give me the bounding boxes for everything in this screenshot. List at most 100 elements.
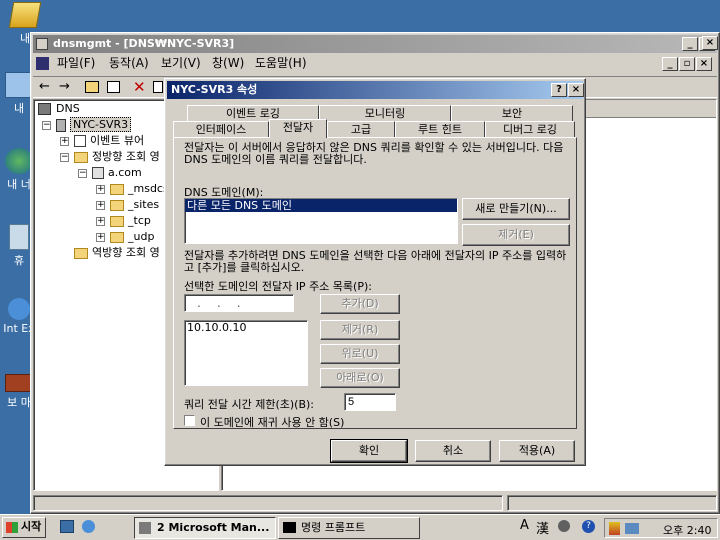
- tree-zone[interactable]: a.com: [92, 165, 142, 181]
- forward-zones-collapse-toggle[interactable]: −: [60, 153, 69, 162]
- zone-icon: [92, 167, 104, 179]
- timeout-input[interactable]: [344, 393, 396, 411]
- menu-view[interactable]: 보기(V): [161, 54, 201, 72]
- remove-domain-button[interactable]: 제거(E): [462, 224, 570, 246]
- internet-explorer-icon[interactable]: [82, 520, 95, 533]
- tab-monitoring[interactable]: 모니터링: [319, 105, 451, 122]
- folder-icon: [74, 152, 88, 163]
- no-recursion-checkbox[interactable]: [184, 415, 195, 426]
- event-viewer-expand-toggle[interactable]: +: [60, 137, 69, 146]
- desktop-icon-label: 휴: [13, 254, 25, 267]
- tree-reverse-zones[interactable]: 역방향 조회 영: [74, 245, 160, 261]
- my-documents-icon: [8, 2, 42, 28]
- dialog-close-button[interactable]: ×: [568, 83, 584, 97]
- ip-address-input[interactable]: [184, 294, 294, 312]
- status-panel: [33, 495, 503, 511]
- subfolder-expand-toggle[interactable]: +: [96, 233, 105, 242]
- forward-arrow-icon[interactable]: →: [59, 79, 70, 94]
- tree-subfolder[interactable]: _sites: [110, 197, 159, 213]
- dns-root-icon: [38, 103, 51, 115]
- folder-icon: [110, 184, 124, 195]
- network-tray-icon[interactable]: [625, 523, 639, 534]
- dns-domain-list-item[interactable]: 다른 모든 DNS 도메인: [185, 199, 457, 212]
- help-icon[interactable]: ?: [582, 520, 595, 533]
- tab-advanced[interactable]: 고급: [327, 121, 395, 138]
- ime-language[interactable]: A: [520, 518, 529, 533]
- tree-forward-zones[interactable]: 정방향 조회 영: [74, 149, 160, 165]
- dialog-titlebar[interactable]: NYC-SVR3 속성: [167, 81, 583, 99]
- ime-hanja[interactable]: 漢: [536, 518, 549, 537]
- tab-forwarders[interactable]: 전달자: [269, 119, 327, 138]
- menu-action[interactable]: 동작(A): [109, 54, 149, 72]
- forwarders-description: 전달자는 이 서버에서 응답하지 않은 DNS 쿼리를 확인할 수 있는 서버입…: [184, 141, 564, 166]
- menu-window[interactable]: 창(W): [212, 54, 244, 72]
- desktop-icon-label: 내: [19, 32, 31, 45]
- menu-bar: 파일(F) 동작(A) 보기(V) 창(W) 도움말(H) _ ▫ ×: [33, 54, 717, 74]
- move-down-button[interactable]: 아래로(O): [320, 368, 400, 388]
- ime-settings-icon[interactable]: [558, 520, 570, 532]
- taskbar: 시작 2 Microsoft Man... 명령 프롬프트 A 漢 ? 오후 2…: [0, 514, 720, 540]
- status-bar: [33, 494, 717, 512]
- security-shield-icon[interactable]: [609, 522, 620, 535]
- main-window-titlebar[interactable]: dnsmgmt - [DNS₩NYC-SVR3]: [33, 35, 717, 53]
- tab-root-hints[interactable]: 루트 힌트: [395, 121, 485, 138]
- remove-ip-button[interactable]: 제거(R): [320, 320, 400, 340]
- subfolder-expand-toggle[interactable]: +: [96, 185, 105, 194]
- cancel-button[interactable]: 취소: [415, 440, 491, 462]
- subfolder-expand-toggle[interactable]: +: [96, 201, 105, 210]
- tab-security[interactable]: 보안: [451, 105, 573, 122]
- child-minimize-button[interactable]: _: [662, 57, 678, 71]
- tree-root[interactable]: DNS: [38, 101, 80, 117]
- ip-address-list-item[interactable]: 10.10.0.10: [185, 321, 307, 334]
- move-up-button[interactable]: 위로(U): [320, 344, 400, 364]
- desktop-icon-label: 내: [13, 102, 25, 115]
- properties-icon[interactable]: [153, 81, 163, 93]
- tree-server[interactable]: NYC-SVR3: [56, 117, 132, 133]
- folder-icon: [74, 248, 88, 259]
- taskbar-task[interactable]: 2 Microsoft Man...: [134, 517, 276, 539]
- menu-file[interactable]: 파일(F): [57, 54, 95, 72]
- show-desktop-icon[interactable]: [60, 520, 74, 533]
- command-prompt-icon: [283, 522, 296, 533]
- taskbar-task[interactable]: 명령 프롬프트: [278, 517, 420, 539]
- minimize-button[interactable]: _: [682, 37, 698, 51]
- main-window-title: dnsmgmt - [DNS₩NYC-SVR3]: [53, 37, 235, 50]
- ok-button[interactable]: 확인: [330, 439, 408, 463]
- briefcase-icon: [5, 374, 33, 392]
- event-viewer-icon: [74, 135, 86, 147]
- child-close-button[interactable]: ×: [696, 57, 712, 71]
- new-domain-button[interactable]: 새로 만들기(N)...: [462, 198, 570, 220]
- menu-help[interactable]: 도움말(H): [255, 54, 307, 72]
- mmc-icon: [36, 38, 48, 50]
- apply-button[interactable]: 적용(A): [499, 440, 575, 462]
- subfolder-expand-toggle[interactable]: +: [96, 217, 105, 226]
- tree-event-viewer[interactable]: 이벤트 뷰어: [74, 133, 144, 149]
- windows-logo-icon: [6, 522, 18, 533]
- child-restore-button[interactable]: ▫: [679, 57, 695, 71]
- start-label: 시작: [21, 520, 42, 533]
- tree-subfolder[interactable]: _msdcs: [110, 181, 169, 197]
- tab-debug-logging[interactable]: 디버그 로깅: [485, 121, 575, 138]
- mmc-icon: [139, 522, 151, 534]
- show-tree-icon[interactable]: [107, 81, 120, 93]
- desktop-icon-label: 보 마: [7, 396, 31, 409]
- add-ip-button[interactable]: 추가(D): [320, 294, 400, 314]
- tab-interfaces[interactable]: 인터페이스: [173, 121, 269, 138]
- recycle-bin-icon: [9, 224, 29, 250]
- back-arrow-icon[interactable]: ←: [39, 79, 50, 94]
- internet-explorer-icon: [8, 298, 30, 320]
- tree-subfolder[interactable]: _tcp: [110, 213, 151, 229]
- dns-domain-list[interactable]: 다른 모든 DNS 도메인: [184, 198, 458, 244]
- tree-subfolder[interactable]: _udp: [110, 229, 154, 245]
- add-forwarder-hint: 전달자를 추가하려면 DNS 도메인을 선택한 다음 아래에 전달자의 IP 주…: [184, 249, 567, 274]
- up-folder-icon[interactable]: [85, 81, 99, 93]
- no-recursion-label: 이 도메인에 재귀 사용 안 함(S): [200, 416, 345, 429]
- server-icon: [56, 119, 66, 132]
- start-button[interactable]: 시작: [2, 517, 46, 538]
- delete-icon[interactable]: ✕: [133, 78, 146, 96]
- help-button[interactable]: ?: [551, 83, 567, 97]
- ip-address-list[interactable]: 10.10.0.10: [184, 320, 308, 386]
- close-button[interactable]: ×: [702, 36, 718, 50]
- server-collapse-toggle[interactable]: −: [42, 121, 51, 130]
- zone-collapse-toggle[interactable]: −: [78, 169, 87, 178]
